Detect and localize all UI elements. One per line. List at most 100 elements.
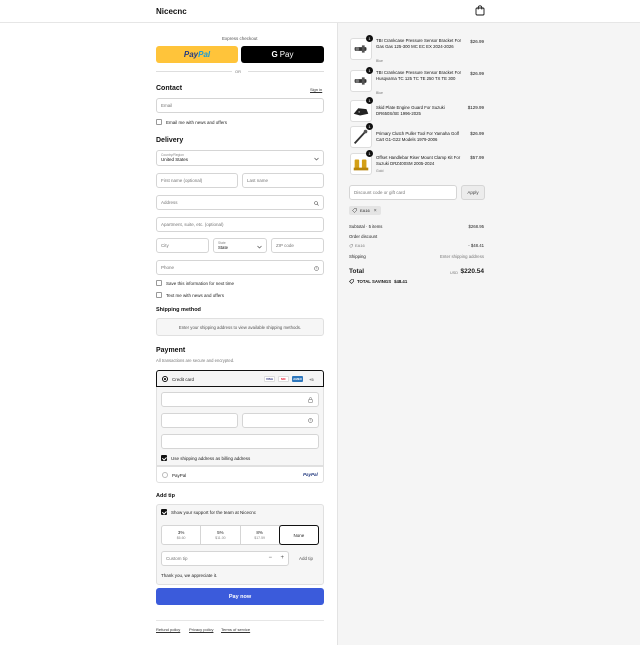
mastercard-icon: MC xyxy=(278,376,289,382)
tip-pct: 8% xyxy=(256,530,263,535)
save-info-checkbox[interactable] xyxy=(156,280,162,286)
add-tip-button[interactable]: Add tip xyxy=(293,551,319,566)
address-placeholder: Address xyxy=(161,200,178,205)
custom-tip-input[interactable]: Custom tip − + xyxy=(161,551,289,566)
store-logo[interactable]: Nicecnc xyxy=(156,7,187,16)
discount-code: EA16 xyxy=(355,243,365,248)
first-name-placeholder: First name (optional) xyxy=(161,178,203,183)
discount-tag: EA16 × xyxy=(349,206,381,215)
zip-placeholder: ZIP code xyxy=(276,243,294,248)
discount-tag-code: EA16 xyxy=(360,208,370,213)
phone-input[interactable]: Phone ? xyxy=(156,260,324,275)
discount-input[interactable]: Discount code or gift card xyxy=(349,185,457,200)
card-number-input[interactable] xyxy=(161,392,319,407)
apply-discount-button[interactable]: Apply xyxy=(461,185,485,200)
item-price: $26.99 xyxy=(470,39,484,44)
skid-plate-image xyxy=(353,108,369,116)
payment-title: Payment xyxy=(156,347,186,354)
or-label: OR xyxy=(235,69,241,74)
country-value: United States xyxy=(161,157,189,162)
address-input[interactable]: Address xyxy=(156,195,324,210)
item-title: TBI Crankcase Pressure Sensor Bracket Fo… xyxy=(376,38,462,49)
tag-icon xyxy=(349,243,353,248)
first-name-input[interactable]: First name (optional) xyxy=(156,173,238,188)
expiration-input[interactable] xyxy=(161,413,238,428)
terms-of-service-link[interactable]: Terms of service xyxy=(221,627,250,632)
credit-card-option[interactable]: Credit card VISA MC AMEX +5 xyxy=(156,370,324,387)
email-input[interactable]: Email xyxy=(156,98,324,113)
pay-now-button[interactable]: Pay now xyxy=(156,588,324,605)
text-news-checkbox[interactable] xyxy=(156,292,162,298)
city-input[interactable]: City xyxy=(156,238,209,253)
item-variant: Blue xyxy=(376,91,384,95)
sign-in-link[interactable]: Sign in xyxy=(310,87,322,92)
tag-icon xyxy=(352,208,357,213)
email-news-label: Email me with news and offers xyxy=(166,120,227,125)
quantity-badge: 1 xyxy=(366,150,373,157)
credit-card-label: Credit card xyxy=(172,377,195,382)
express-checkout-title: Express checkout xyxy=(222,36,258,41)
paypal-express-button[interactable]: Pay Pal xyxy=(156,46,238,63)
increase-tip-button[interactable]: + xyxy=(280,555,284,561)
phone-placeholder: Phone xyxy=(161,265,175,270)
tag-icon xyxy=(349,279,354,284)
google-g-icon: G xyxy=(271,50,278,59)
zip-input[interactable]: ZIP code xyxy=(271,238,324,253)
quantity-badge: 1 xyxy=(366,97,373,104)
tip-amt: $17.59 xyxy=(254,536,265,540)
amex-icon: AMEX xyxy=(292,376,303,382)
name-on-card-input[interactable] xyxy=(161,434,319,449)
google-pay-button[interactable]: G Pay xyxy=(241,46,324,63)
shipping-method-title: Shipping method xyxy=(156,307,201,313)
last-name-input[interactable]: Last name xyxy=(242,173,324,188)
help-icon[interactable]: ? xyxy=(314,266,319,271)
tip-option-8[interactable]: 8% $17.59 xyxy=(241,526,280,544)
help-icon[interactable]: ? xyxy=(308,418,313,423)
security-code-input[interactable]: ? xyxy=(242,413,319,428)
decrease-tip-button[interactable]: − xyxy=(268,555,272,561)
billing-same-checkbox[interactable] xyxy=(161,455,167,461)
apartment-input[interactable]: Apartment, suite, etc. (optional) xyxy=(156,217,324,232)
tip-pct: None xyxy=(293,532,305,538)
shipping-value: Enter shipping address xyxy=(440,254,484,259)
total-savings-label: TOTAL SAVINGS xyxy=(357,279,392,284)
discount-value: - $48.41 xyxy=(468,243,484,248)
header: Nicecnc xyxy=(0,0,640,23)
shopping-bag-icon[interactable] xyxy=(475,5,485,16)
shipping-label: Shipping xyxy=(349,254,366,259)
country-select[interactable]: Country/Region United States xyxy=(156,150,324,166)
chevron-down-icon xyxy=(257,245,262,249)
item-price: $129.99 xyxy=(467,105,484,110)
paypal-radio[interactable] xyxy=(162,472,168,478)
credit-card-radio[interactable] xyxy=(162,376,168,382)
shipping-info-box: Enter your shipping address to view avai… xyxy=(156,318,324,336)
tip-option-5[interactable]: 5% $11.00 xyxy=(201,526,241,544)
custom-tip-placeholder: Custom tip xyxy=(166,556,188,561)
shipping-message: Enter your shipping address to view avai… xyxy=(178,325,302,330)
add-tip-title: Add tip xyxy=(156,493,175,499)
email-news-checkbox[interactable] xyxy=(156,119,162,125)
remove-discount-icon[interactable]: × xyxy=(374,208,377,214)
svg-text:?: ? xyxy=(316,267,318,271)
sensor-bracket-image xyxy=(354,45,367,53)
tip-option-3[interactable]: 3% $6.60 xyxy=(162,526,202,544)
show-support-checkbox[interactable] xyxy=(161,509,167,515)
state-select[interactable]: State State xyxy=(213,238,267,253)
save-info-label: Save this information for next time xyxy=(166,281,235,286)
subtotal-value: $268.95 xyxy=(468,224,484,229)
chevron-down-icon xyxy=(314,157,319,161)
last-name-placeholder: Last name xyxy=(247,178,269,183)
tip-amt: $11.00 xyxy=(215,536,226,540)
paypal-label-pal: Pal xyxy=(198,50,211,59)
tip-amt: $6.60 xyxy=(176,536,186,540)
tip-option-none[interactable]: None xyxy=(278,525,319,545)
refund-policy-link[interactable]: Refund policy xyxy=(156,627,180,632)
item-title: Offset Handlebar Riser Mount Clamp Kit F… xyxy=(376,155,461,166)
tip-pct: 3% xyxy=(177,530,185,535)
privacy-policy-link[interactable]: Privacy policy xyxy=(189,627,213,632)
paypal-option[interactable]: PayPal PayPal xyxy=(156,466,324,483)
quantity-badge: 1 xyxy=(366,67,373,74)
paypal-option-label: PayPal xyxy=(172,473,187,478)
item-price: $57.99 xyxy=(470,155,484,160)
item-price: $26.99 xyxy=(470,71,484,76)
